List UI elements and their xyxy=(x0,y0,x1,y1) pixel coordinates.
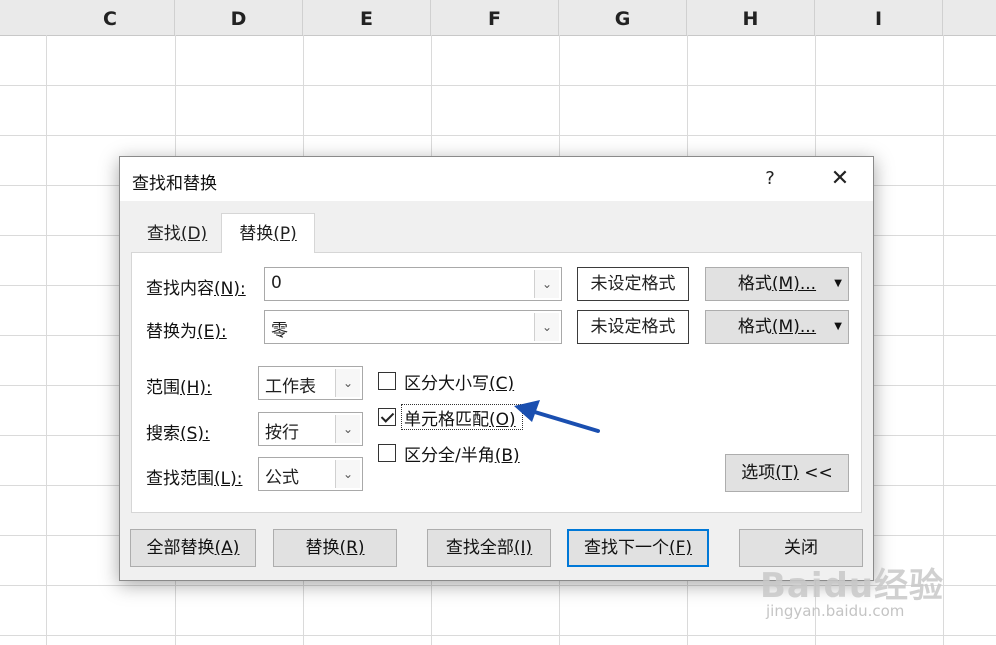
look-in-text: 查找范围 xyxy=(146,469,214,489)
arrow-shaft xyxy=(526,408,600,433)
find-all-key: (I) xyxy=(513,538,533,558)
tab-replace-key: (P) xyxy=(273,224,297,244)
replace-with-text: 替换为 xyxy=(146,322,197,342)
find-replace-dialog: 查找和替换 ? ✕ 查找(D) 替换(P) 查找内容(N): 0 ⌄ 未设定格式… xyxy=(119,156,874,581)
watermark-url: jingyan.baidu.com xyxy=(766,602,905,620)
find-all-text: 查找全部 xyxy=(445,538,514,558)
find-what-value: 0 xyxy=(271,273,282,293)
options-key: (T) xyxy=(775,463,799,483)
find-what-label: 查找内容(N): xyxy=(146,274,246,299)
look-in-value: 公式 xyxy=(265,468,299,488)
look-in-label: 查找范围(L): xyxy=(146,464,242,489)
match-byte-label[interactable]: 区分全/半角(B) xyxy=(404,441,520,466)
replace-with-input[interactable]: 零 ⌄ xyxy=(264,310,562,344)
column-header-f[interactable]: F xyxy=(431,0,559,35)
find-what-key: (N): xyxy=(214,279,246,299)
find-format-button[interactable]: 格式(M)... ▼ xyxy=(705,267,849,301)
replace-all-key: (A) xyxy=(214,538,240,558)
options-text: 选项 xyxy=(741,463,776,483)
chevron-down-icon[interactable]: ⌄ xyxy=(335,415,360,443)
grid-line xyxy=(0,85,996,86)
search-order-text: 搜索 xyxy=(146,424,180,444)
replace-format-preview: 未设定格式 xyxy=(577,310,689,344)
replace-format-button[interactable]: 格式(M)... ▼ xyxy=(705,310,849,344)
within-select[interactable]: 工作表 ⌄ xyxy=(258,366,363,400)
match-case-key: (C) xyxy=(489,374,515,394)
find-next-button[interactable]: 查找下一个(F) xyxy=(567,529,709,567)
match-case-label[interactable]: 区分大小写(C) xyxy=(404,369,514,394)
search-order-select[interactable]: 按行 ⌄ xyxy=(258,412,363,446)
find-format-preview: 未设定格式 xyxy=(577,267,689,301)
help-button[interactable]: ? xyxy=(756,165,784,193)
column-header-c[interactable]: C xyxy=(46,0,175,35)
dropdown-caret-icon[interactable]: ▼ xyxy=(834,268,842,300)
column-header-g[interactable]: G xyxy=(559,0,687,35)
options-suffix: << xyxy=(798,463,833,483)
search-order-key: (S): xyxy=(180,424,210,444)
find-all-button[interactable]: 查找全部(I) xyxy=(427,529,551,567)
column-header-e[interactable]: E xyxy=(303,0,431,35)
within-text: 范围 xyxy=(146,378,180,398)
dropdown-caret-icon[interactable]: ▼ xyxy=(834,311,842,343)
replace-with-label: 替换为(E): xyxy=(146,317,227,342)
within-key: (H): xyxy=(180,378,212,398)
chevron-down-icon[interactable]: ⌄ xyxy=(335,460,360,488)
find-what-text: 查找内容 xyxy=(146,279,214,299)
search-order-value: 按行 xyxy=(265,423,299,443)
chevron-down-icon[interactable]: ⌄ xyxy=(534,313,559,341)
replace-with-key: (E): xyxy=(197,322,227,342)
dialog-titlebar[interactable]: 查找和替换 ? ✕ xyxy=(120,157,873,201)
grid-line xyxy=(46,35,47,645)
find-format-key: (M)... xyxy=(771,274,817,294)
replace-tab-panel: 查找内容(N): 0 ⌄ 未设定格式 格式(M)... ▼ 替换为(E): 零 … xyxy=(131,252,862,513)
column-header-row: C D E F G H I xyxy=(0,0,996,36)
watermark-brand: Baidu经验 xyxy=(760,566,945,606)
grid-line xyxy=(0,135,996,136)
chevron-down-icon[interactable]: ⌄ xyxy=(335,369,360,397)
tab-replace-label: 替换 xyxy=(239,224,274,244)
chevron-down-icon[interactable]: ⌄ xyxy=(534,270,559,298)
tab-find[interactable]: 查找(D) xyxy=(138,215,216,251)
baidu-watermark: Baidu经验 jingyan.baidu.com xyxy=(760,540,960,630)
match-byte-checkbox[interactable] xyxy=(378,444,396,462)
find-next-key: (F) xyxy=(668,538,693,558)
column-header-d[interactable]: D xyxy=(175,0,303,35)
replace-all-button[interactable]: 全部替换(A) xyxy=(130,529,256,567)
column-header-h[interactable]: H xyxy=(687,0,815,35)
tab-replace[interactable]: 替换(P) xyxy=(221,213,315,253)
match-case-checkbox[interactable] xyxy=(378,372,396,390)
options-button[interactable]: 选项(T) << xyxy=(725,454,849,492)
replace-with-value: 零 xyxy=(271,321,288,341)
match-entire-cell-checkbox[interactable] xyxy=(378,408,396,426)
replace-format-key: (M)... xyxy=(771,317,817,337)
look-in-key: (L): xyxy=(214,469,243,489)
find-format-text: 格式 xyxy=(737,274,772,294)
tab-find-label: 查找 xyxy=(146,224,181,244)
match-byte-text: 区分全/半角 xyxy=(404,446,495,466)
within-label: 范围(H): xyxy=(146,373,212,398)
close-icon[interactable]: ✕ xyxy=(824,165,856,193)
find-next-text: 查找下一个 xyxy=(583,538,669,558)
column-header-i[interactable]: I xyxy=(815,0,943,35)
find-what-input[interactable]: 0 ⌄ xyxy=(264,267,562,301)
replace-format-text: 格式 xyxy=(737,317,772,337)
replace-text: 替换 xyxy=(305,538,340,558)
grid-line xyxy=(0,635,996,636)
match-entire-cell-text: 单元格匹配 xyxy=(404,410,489,430)
replace-all-text: 全部替换 xyxy=(146,538,215,558)
look-in-select[interactable]: 公式 ⌄ xyxy=(258,457,363,491)
replace-button[interactable]: 替换(R) xyxy=(273,529,397,567)
replace-key: (R) xyxy=(339,538,365,558)
match-entire-cell-label[interactable]: 单元格匹配(O) xyxy=(404,405,516,430)
match-case-text: 区分大小写 xyxy=(404,374,489,394)
match-byte-key: (B) xyxy=(494,446,520,466)
search-order-label: 搜索(S): xyxy=(146,419,210,444)
arrow-annotation-icon xyxy=(514,400,600,433)
within-value: 工作表 xyxy=(265,377,316,397)
tab-find-key: (D) xyxy=(180,224,208,244)
dialog-title: 查找和替换 xyxy=(132,174,217,194)
